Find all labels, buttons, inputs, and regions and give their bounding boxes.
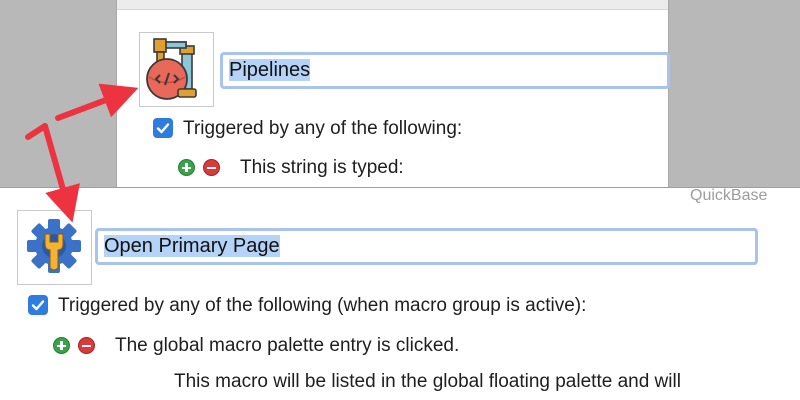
annotation-arrows xyxy=(25,83,139,223)
arrow-to-pipelines-icon xyxy=(55,83,139,121)
arrow-stem xyxy=(42,123,80,223)
